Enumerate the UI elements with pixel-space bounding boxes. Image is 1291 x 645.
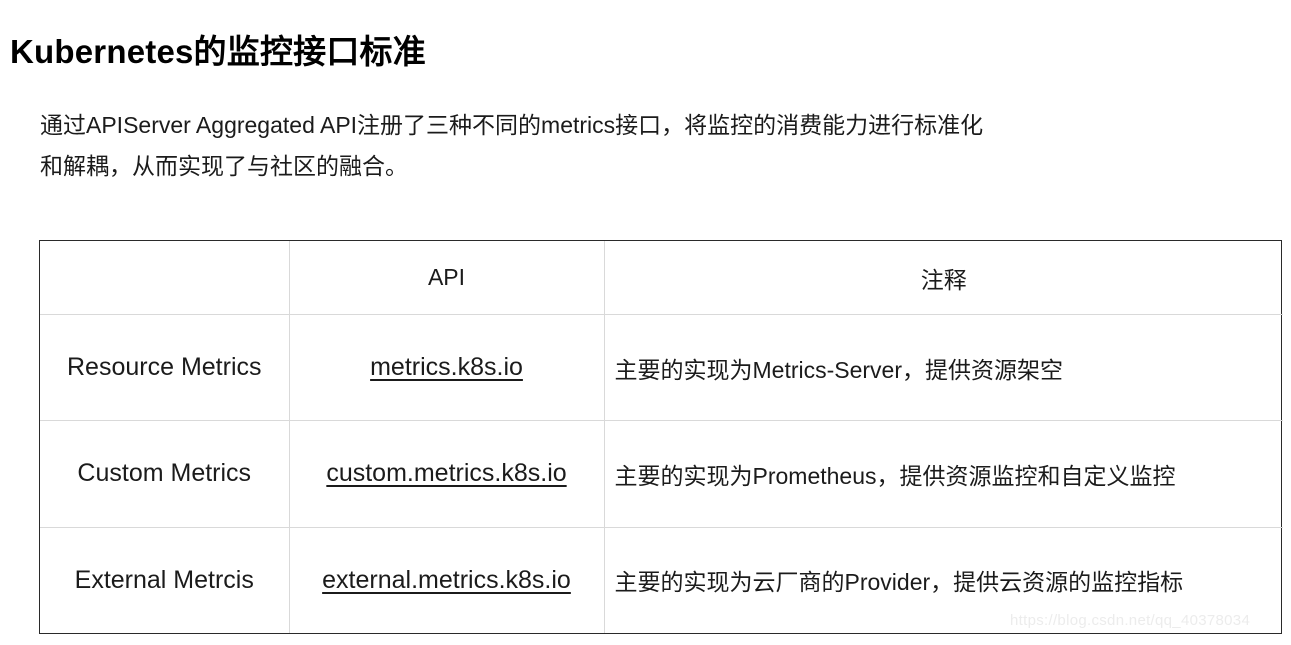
cell-metric-name: Custom Metrics xyxy=(40,420,290,528)
table-row: Resource Metrics metrics.k8s.io 主要的实现为Me… xyxy=(40,314,1283,422)
table-header-label-note: 注释 xyxy=(920,266,967,293)
metrics-interfaces-table: API 注释 Resource Metrics metrics.k8s.io 主… xyxy=(39,240,1283,634)
metric-api-link[interactable]: custom.metrics.k8s.io xyxy=(294,459,600,488)
intro-line-1: 通过APIServer Aggregated API注册了三种不同的metric… xyxy=(40,112,984,138)
cell-metric-note: 主要的实现为Prometheus，提供资源监控和自定义监控 xyxy=(604,420,1283,528)
metric-note-label: 主要的实现为云厂商的Provider，提供云资源的监控指标 xyxy=(614,569,1184,596)
table-row: External Metrcis external.metrics.k8s.io… xyxy=(40,527,1283,633)
table-body: Resource Metrics metrics.k8s.io 主要的实现为Me… xyxy=(40,314,1283,633)
cell-metric-api: external.metrics.k8s.io xyxy=(289,527,605,633)
metric-name-label: Custom Metrics xyxy=(77,459,252,488)
metric-name-label: External Metrcis xyxy=(74,565,254,594)
table-header-cell-api: API xyxy=(289,241,605,315)
metric-api-link[interactable]: external.metrics.k8s.io xyxy=(294,566,600,595)
table-header-label-api: API xyxy=(427,264,466,290)
cell-metric-api: metrics.k8s.io xyxy=(289,314,605,422)
table-header-row: API 注释 xyxy=(40,241,1283,315)
page-title: Kubernetes的监控接口标准 xyxy=(10,33,426,71)
intro-line-2: 和解耦，从而实现了与社区的融合。 xyxy=(40,153,408,179)
cell-metric-note: 主要的实现为Metrics-Server，提供资源架空 xyxy=(604,314,1283,422)
cell-metric-name: Resource Metrics xyxy=(40,314,290,422)
intro-paragraph: 通过APIServer Aggregated API注册了三种不同的metric… xyxy=(40,105,1275,187)
table-header-cell-blank xyxy=(40,241,290,315)
metric-api-link[interactable]: metrics.k8s.io xyxy=(294,353,600,382)
metric-note-label: 主要的实现为Prometheus，提供资源监控和自定义监控 xyxy=(614,462,1176,489)
table-row: Custom Metrics custom.metrics.k8s.io 主要的… xyxy=(40,420,1283,528)
cell-metric-api: custom.metrics.k8s.io xyxy=(289,420,605,528)
metric-name-label: Resource Metrics xyxy=(67,353,262,382)
metric-note-label: 主要的实现为Metrics-Server，提供资源架空 xyxy=(614,356,1064,383)
cell-metric-name: External Metrcis xyxy=(40,527,290,633)
table-header-cell-note: 注释 xyxy=(604,241,1283,315)
table-header: API 注释 xyxy=(40,241,1283,315)
cell-metric-note: 主要的实现为云厂商的Provider，提供云资源的监控指标 xyxy=(604,527,1283,633)
metrics-table: API 注释 Resource Metrics metrics.k8s.io 主… xyxy=(40,241,1283,633)
